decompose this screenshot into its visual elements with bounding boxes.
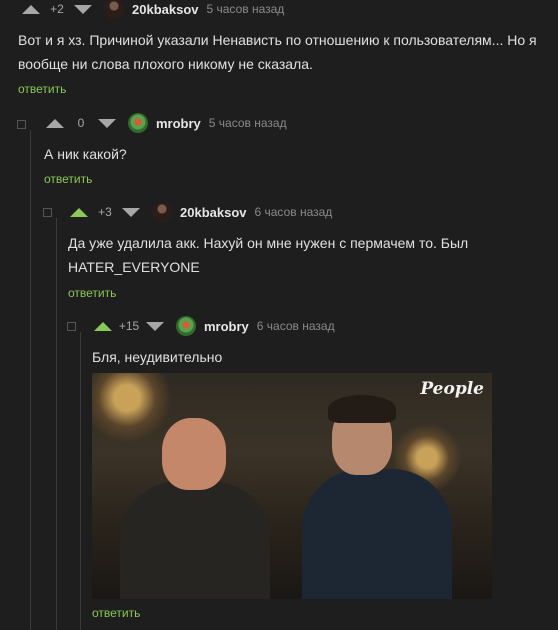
comment-header: +2 20kbaksov 5 часов назад [22, 0, 284, 20]
thread-line[interactable] [80, 332, 81, 630]
person-left [120, 481, 270, 599]
comment-time: 5 часов назад [206, 2, 285, 16]
reply-link[interactable]: ответить [68, 286, 116, 300]
comment-author[interactable]: 20kbaksov [132, 2, 199, 17]
people-logo: People [420, 379, 484, 399]
person-right [302, 469, 452, 599]
downvote-icon[interactable] [122, 207, 140, 217]
user-avatar-icon[interactable] [128, 113, 148, 133]
downvote-icon[interactable] [98, 118, 116, 128]
downvote-icon[interactable] [146, 321, 164, 331]
comment-time: 6 часов назад [254, 205, 333, 219]
comment-gif[interactable]: People [92, 373, 492, 599]
comment-text: Вот и я хз. Причиной указали Ненависть п… [18, 32, 537, 72]
comment-time: 5 часов назад [208, 116, 287, 130]
user-avatar-icon[interactable] [104, 0, 124, 19]
collapse-toggle-icon[interactable] [17, 120, 26, 129]
comment-rating: +3 [98, 205, 112, 219]
comment-time: 6 часов назад [256, 319, 335, 333]
comment-text: Бля, неудивительно [92, 349, 223, 365]
upvote-icon[interactable] [70, 207, 88, 217]
thread-line[interactable] [30, 130, 31, 630]
studio-light [92, 373, 172, 443]
user-avatar-icon[interactable] [176, 316, 196, 336]
comment-header: +15 mrobry 6 часов назад [94, 315, 335, 337]
upvote-icon[interactable] [46, 118, 64, 128]
downvote-icon[interactable] [74, 4, 92, 14]
reply-link[interactable]: ответить [44, 172, 92, 186]
comment-author[interactable]: mrobry [156, 116, 201, 131]
collapse-toggle-icon[interactable] [67, 322, 76, 331]
comment-author[interactable]: mrobry [204, 319, 249, 334]
comment-text: Да уже удалила акк. Нахуй он мне нужен с… [68, 235, 469, 275]
collapse-toggle-icon[interactable] [43, 208, 52, 217]
thread-line[interactable] [56, 218, 57, 630]
comment-author[interactable]: 20kbaksov [180, 205, 247, 220]
upvote-icon[interactable] [22, 4, 40, 14]
comment-rating: +15 [118, 319, 140, 333]
upvote-icon[interactable] [94, 321, 112, 331]
reply-link[interactable]: ответить [92, 606, 140, 620]
comment-header: 0 mrobry 5 часов назад [46, 112, 287, 134]
comment-rating: 0 [77, 116, 85, 130]
comment-rating: +2 [50, 2, 64, 16]
comment-text: А ник какой? [44, 146, 127, 162]
comment-header: +3 20kbaksov 6 часов назад [70, 201, 332, 223]
person-right-hair [328, 395, 396, 423]
user-avatar-icon[interactable] [152, 202, 172, 222]
person-left-head [162, 418, 226, 490]
reply-link[interactable]: ответить [18, 82, 66, 96]
